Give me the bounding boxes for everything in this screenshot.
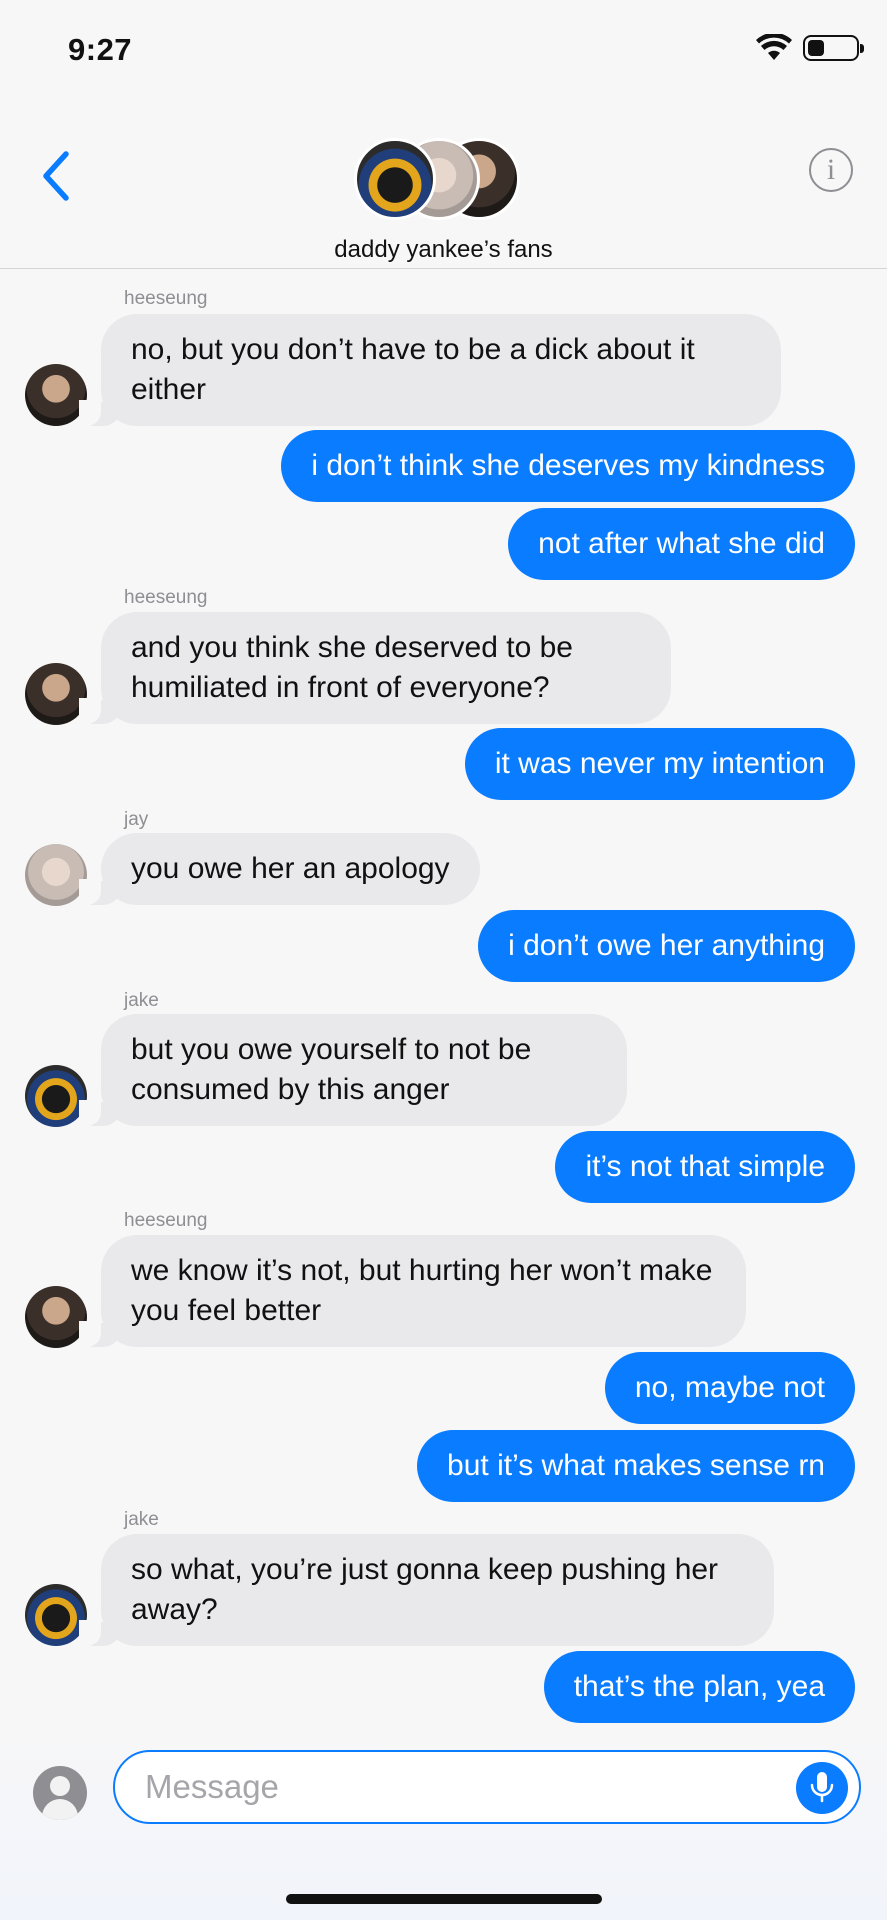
sender-label: jay — [124, 809, 149, 830]
message-bubble-outgoing[interactable]: i don’t think she deserves my kindness — [281, 430, 855, 502]
back-button[interactable] — [36, 146, 76, 206]
status-time: 9:27 — [68, 32, 133, 67]
message-bubble-outgoing[interactable]: but it’s what makes sense rn — [417, 1430, 855, 1502]
microphone-button[interactable] — [796, 1762, 848, 1814]
message-bubble-incoming[interactable]: and you think she deserved to be humilia… — [79, 612, 671, 724]
sender-label: jake — [124, 990, 159, 1011]
avatar-heeseung[interactable] — [25, 364, 87, 426]
message-bubble-outgoing[interactable]: that’s the plan, yea — [543, 1651, 855, 1723]
message-input[interactable] — [113, 1750, 861, 1824]
wifi-icon — [756, 34, 792, 60]
avatar-jake[interactable] — [25, 1065, 87, 1127]
battery-icon — [803, 35, 864, 61]
avatar-heeseung[interactable] — [25, 1286, 87, 1348]
chevron-left-icon — [43, 151, 69, 201]
avatar-shoulders-shape — [42, 1799, 78, 1820]
avatar-heeseung[interactable] — [25, 663, 87, 725]
message-bubble-outgoing[interactable]: it’s not that simple — [555, 1131, 855, 1203]
message-bubble-incoming[interactable]: we know it’s not, but hurting her won’t … — [79, 1235, 746, 1347]
profile-avatar-icon[interactable] — [33, 1766, 87, 1820]
group-avatars[interactable] — [354, 138, 524, 226]
sender-label: heeseung — [124, 587, 208, 608]
avatar-head-shape — [50, 1776, 70, 1796]
avatar-jake[interactable] — [25, 1584, 87, 1646]
message-bubble-incoming[interactable]: no, but you don’t have to be a dick abou… — [79, 314, 781, 426]
message-bubble-incoming[interactable]: but you owe yourself to not be consumed … — [79, 1014, 627, 1126]
message-bubble-incoming[interactable]: you owe her an apology — [79, 833, 480, 905]
battery-fill — [808, 40, 824, 56]
message-composer — [0, 1736, 887, 1920]
message-bubble-outgoing[interactable]: it was never my intention — [464, 728, 855, 800]
sender-label: heeseung — [124, 1210, 208, 1231]
message-bubble-incoming[interactable]: so what, you’re just gonna keep pushing … — [79, 1534, 774, 1646]
message-bubble-outgoing[interactable]: no, maybe not — [604, 1352, 855, 1424]
message-bubble-outgoing[interactable]: not after what she did — [508, 508, 855, 580]
avatar-jay[interactable] — [25, 844, 87, 906]
sender-label: heeseung — [124, 288, 208, 309]
status-icons — [755, 34, 864, 62]
home-indicator[interactable] — [286, 1894, 602, 1904]
microphone-icon — [810, 1772, 834, 1803]
status-bar: 9:27 — [0, 0, 887, 100]
conversation-header: daddy yankee’s fans i — [0, 100, 887, 269]
info-icon: i — [826, 153, 836, 186]
group-name[interactable]: daddy yankee’s fans — [0, 236, 887, 264]
info-button[interactable]: i — [809, 148, 853, 192]
group-avatar-jake — [354, 138, 436, 220]
sender-label: jake — [124, 1509, 159, 1530]
message-bubble-outgoing[interactable]: i don’t owe her anything — [478, 910, 855, 982]
